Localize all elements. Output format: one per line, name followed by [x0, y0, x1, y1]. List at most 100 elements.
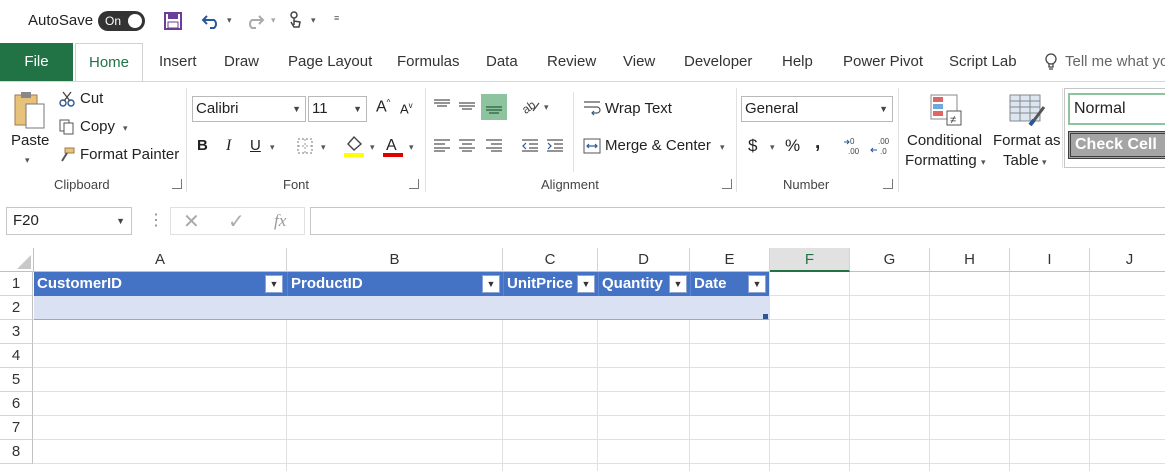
borders-icon[interactable] — [296, 137, 314, 155]
table-header-quantity[interactable]: Quantity ▼ — [598, 272, 690, 296]
tab-script-lab[interactable]: Script Lab — [949, 43, 1017, 81]
cut-button[interactable]: Cut — [80, 90, 103, 107]
wrap-text-button[interactable]: Wrap Text — [605, 100, 672, 117]
column-header-g[interactable]: G — [850, 248, 930, 272]
bold-button[interactable]: B — [197, 137, 208, 154]
font-family-select[interactable]: Calibri ▼ — [192, 96, 306, 122]
tab-formulas[interactable]: Formulas — [397, 43, 460, 81]
currency-dropdown-icon[interactable]: ▾ — [770, 142, 775, 153]
column-header-h[interactable]: H — [930, 248, 1010, 272]
chevron-down-icon[interactable]: ▼ — [116, 208, 125, 234]
row-header-8[interactable]: 8 — [0, 440, 33, 464]
paste-dropdown-icon[interactable]: ▾ — [25, 155, 30, 166]
font-size-select[interactable]: 11 ▼ — [308, 96, 367, 122]
currency-button[interactable]: $ — [748, 136, 757, 156]
format-table-dropdown-icon[interactable]: ▾ — [1042, 157, 1047, 168]
format-as-table-icon[interactable] — [1007, 92, 1047, 128]
tab-power-pivot[interactable]: Power Pivot — [843, 43, 923, 81]
row-header-7[interactable]: 7 — [0, 416, 33, 440]
format-painter-button[interactable]: Format Painter — [80, 146, 179, 163]
row-header-5[interactable]: 5 — [0, 368, 33, 392]
redo-dropdown-icon[interactable]: ▾ — [271, 15, 276, 26]
merge-center-button[interactable]: Merge & Center — [605, 137, 711, 154]
wrap-text-icon[interactable] — [582, 98, 602, 118]
tab-data[interactable]: Data — [486, 43, 518, 81]
conditional-dropdown-icon[interactable]: ▾ — [981, 157, 986, 168]
orientation-icon[interactable]: ab — [520, 96, 542, 116]
tab-developer[interactable]: Developer — [684, 43, 752, 81]
table-resize-handle[interactable] — [763, 314, 768, 319]
table-header-productid[interactable]: ProductID ▼ — [287, 272, 503, 296]
column-header-j[interactable]: J — [1090, 248, 1165, 272]
tab-insert[interactable]: Insert — [159, 43, 197, 81]
font-color-icon[interactable]: A — [383, 134, 405, 158]
select-all-corner[interactable] — [0, 248, 34, 272]
filter-dropdown-icon[interactable]: ▼ — [265, 275, 283, 293]
column-header-c[interactable]: C — [503, 248, 598, 272]
number-launcher-icon[interactable] — [883, 179, 893, 189]
touch-mode-icon[interactable] — [285, 10, 305, 32]
table-row[interactable] — [34, 296, 769, 320]
filter-dropdown-icon[interactable]: ▼ — [577, 275, 595, 293]
align-top-icon[interactable] — [432, 96, 452, 116]
decrease-decimal-icon[interactable]: .00.0 — [870, 136, 892, 156]
underline-dropdown-icon[interactable]: ▾ — [270, 142, 275, 153]
paste-icon[interactable] — [12, 90, 46, 130]
filter-dropdown-icon[interactable]: ▼ — [482, 275, 500, 293]
font-launcher-icon[interactable] — [409, 179, 419, 189]
filter-dropdown-icon[interactable]: ▼ — [748, 275, 766, 293]
percent-button[interactable]: % — [785, 136, 800, 156]
column-header-e[interactable]: E — [690, 248, 770, 272]
underline-button[interactable]: U — [250, 137, 261, 154]
name-box[interactable]: F20 ▼ — [6, 207, 132, 235]
increase-font-icon[interactable]: A^ — [376, 98, 390, 116]
touch-dropdown-icon[interactable]: ▾ — [311, 15, 316, 26]
undo-icon[interactable] — [200, 11, 222, 31]
row-header-2[interactable]: 2 — [0, 296, 33, 320]
cancel-icon[interactable]: ✕ — [183, 209, 200, 234]
table-header-date[interactable]: Date ▼ — [690, 272, 769, 296]
column-header-i[interactable]: I — [1010, 248, 1090, 272]
align-middle-icon[interactable] — [457, 96, 477, 116]
comma-button[interactable]: , — [815, 132, 820, 154]
row-header-6[interactable]: 6 — [0, 392, 33, 416]
format-as-table-label-1[interactable]: Format as — [993, 132, 1061, 149]
merge-center-icon[interactable] — [582, 136, 602, 156]
number-format-select[interactable]: General ▼ — [741, 96, 893, 122]
confirm-icon[interactable]: ✓ — [228, 209, 245, 234]
alignment-launcher-icon[interactable] — [722, 179, 732, 189]
orientation-dropdown-icon[interactable]: ▾ — [544, 102, 549, 113]
row-header-4[interactable]: 4 — [0, 344, 33, 368]
column-header-a[interactable]: A — [34, 248, 287, 272]
more-options-icon[interactable]: ⋮ — [148, 210, 164, 230]
font-color-dropdown-icon[interactable]: ▾ — [409, 142, 414, 153]
fill-color-dropdown-icon[interactable]: ▾ — [370, 142, 375, 153]
align-right-icon[interactable] — [484, 135, 504, 155]
borders-dropdown-icon[interactable]: ▾ — [321, 142, 326, 153]
redo-icon[interactable] — [244, 11, 266, 31]
style-check-cell[interactable]: Check Cell — [1068, 131, 1165, 159]
table-header-unitprice[interactable]: UnitPrice ▼ — [503, 272, 598, 296]
copy-button[interactable]: Copy — [80, 118, 115, 135]
tab-view[interactable]: View — [623, 43, 655, 81]
align-center-icon[interactable] — [457, 135, 477, 155]
column-header-d[interactable]: D — [598, 248, 690, 272]
column-header-f[interactable]: F — [770, 248, 850, 272]
merge-dropdown-icon[interactable]: ▾ — [720, 142, 725, 153]
fill-color-icon[interactable] — [344, 134, 366, 158]
scissors-icon[interactable] — [58, 90, 76, 108]
decrease-font-icon[interactable]: Av — [400, 101, 413, 116]
increase-indent-icon[interactable] — [545, 135, 565, 155]
paste-label[interactable]: Paste — [11, 132, 49, 149]
tab-page-layout[interactable]: Page Layout — [288, 43, 372, 81]
clipboard-launcher-icon[interactable] — [172, 179, 182, 189]
format-as-table-label-2[interactable]: Table — [1003, 152, 1039, 169]
align-left-icon[interactable] — [432, 135, 452, 155]
column-header-b[interactable]: B — [287, 248, 503, 272]
undo-dropdown-icon[interactable]: ▾ — [227, 15, 232, 26]
tab-review[interactable]: Review — [547, 43, 596, 81]
conditional-formatting-icon[interactable]: ≠ — [928, 92, 964, 128]
format-painter-icon[interactable] — [58, 146, 76, 164]
row-header-3[interactable]: 3 — [0, 320, 33, 344]
formula-input[interactable] — [310, 207, 1165, 235]
